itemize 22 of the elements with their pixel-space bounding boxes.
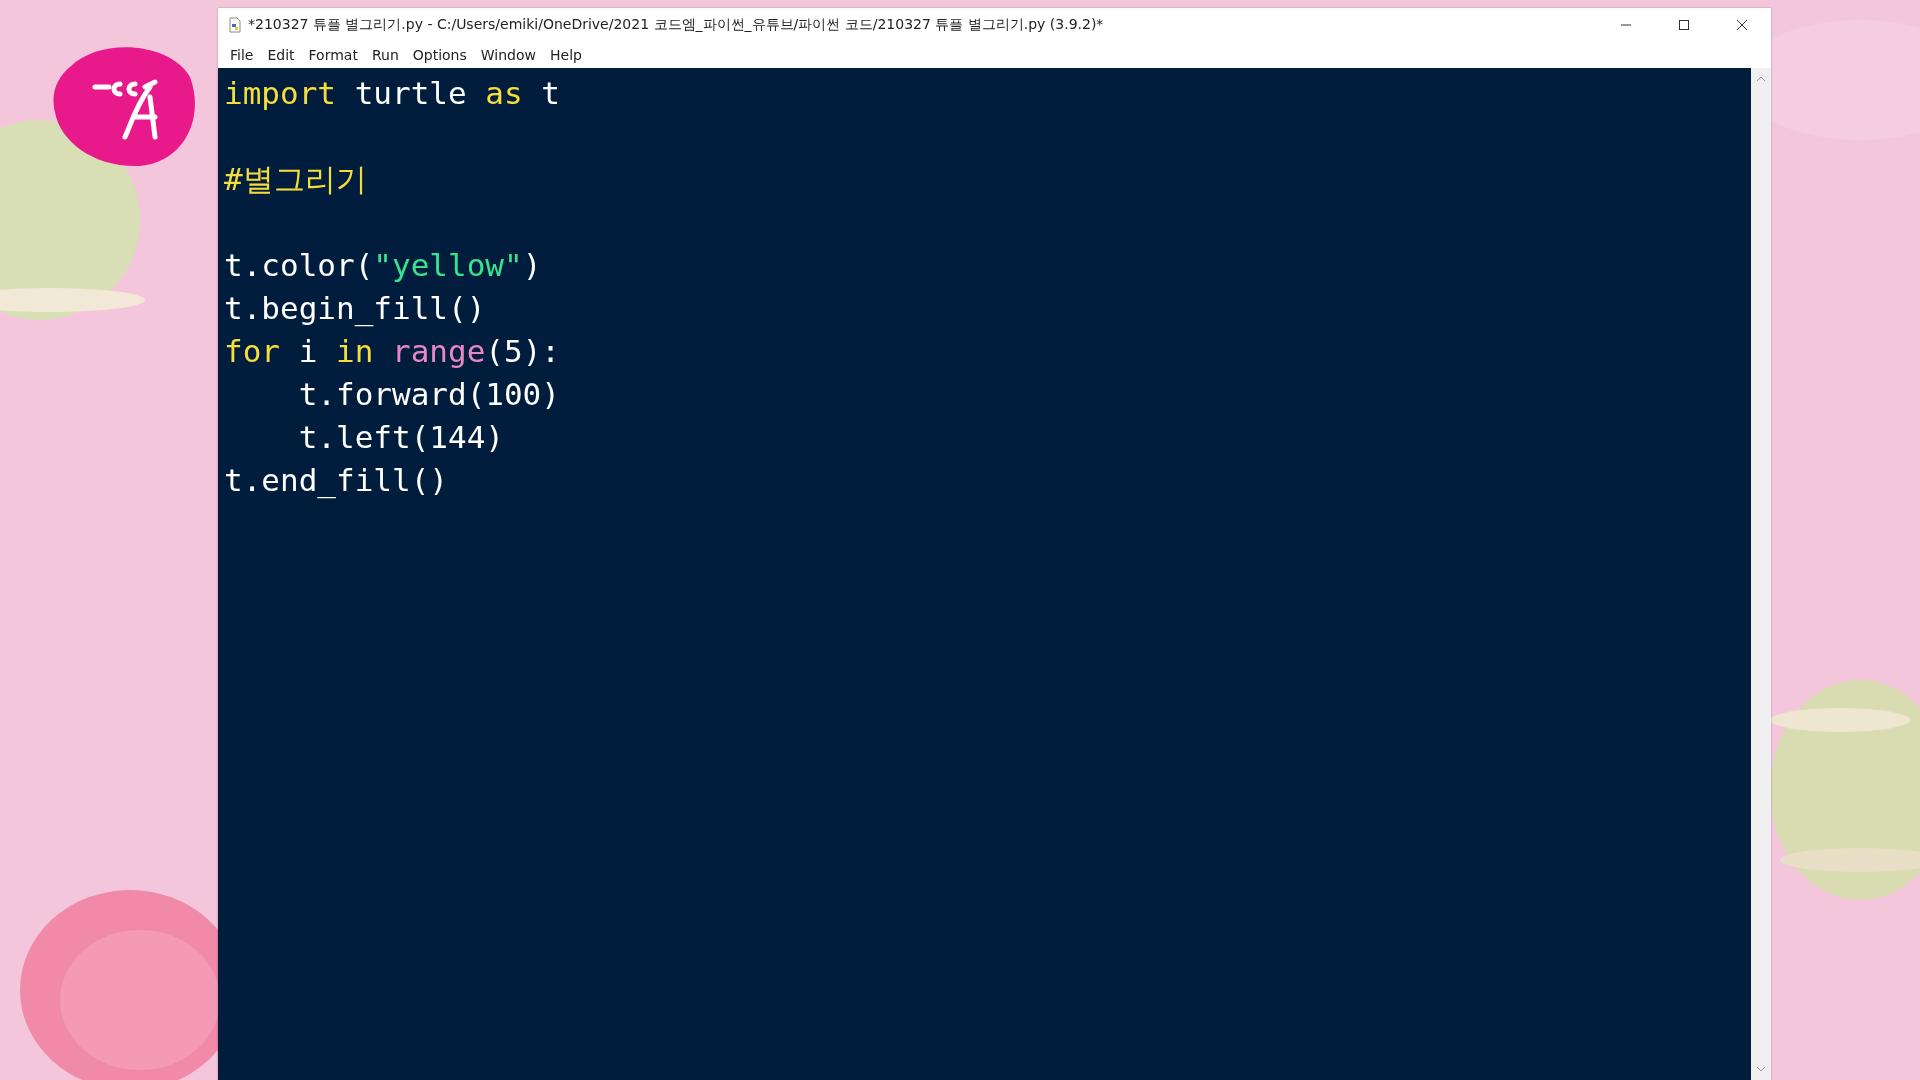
scroll-up-icon[interactable]: [1756, 76, 1766, 82]
code-line: import turtle as t: [224, 75, 560, 111]
menu-item[interactable]: Help: [544, 45, 588, 65]
menu-item[interactable]: Options: [406, 45, 473, 65]
menu-item[interactable]: Window: [474, 45, 542, 65]
code-line: t.end_fill(): [224, 462, 448, 498]
close-icon: [1736, 19, 1748, 31]
code-line: t.begin_fill(): [224, 290, 486, 326]
menu-item[interactable]: File: [224, 45, 260, 65]
menu-item[interactable]: Edit: [261, 45, 301, 65]
scroll-down-icon[interactable]: [1756, 1066, 1766, 1072]
menu-item[interactable]: Run: [365, 45, 405, 65]
code-line: t.color("yellow"): [224, 247, 542, 283]
window-title: *210327 튜플 별그리기.py - C:/Users/emiki/OneDrive/2021 코드엠_파이썬_유튜브/파이썬 코드/210327 튜플 별그리기.py (3.9.2)*: [248, 16, 1105, 34]
menu-item[interactable]: Format: [302, 45, 364, 65]
scrollbar[interactable]: [1751, 68, 1771, 1080]
code-line: t.left(144): [297, 419, 504, 455]
code-line: #별그리기: [224, 161, 367, 197]
code-line: for i in range(5):: [224, 333, 560, 369]
python-file-icon: [228, 17, 242, 33]
code-line: t.forward(100): [297, 376, 560, 412]
maximize-icon: [1678, 19, 1690, 31]
